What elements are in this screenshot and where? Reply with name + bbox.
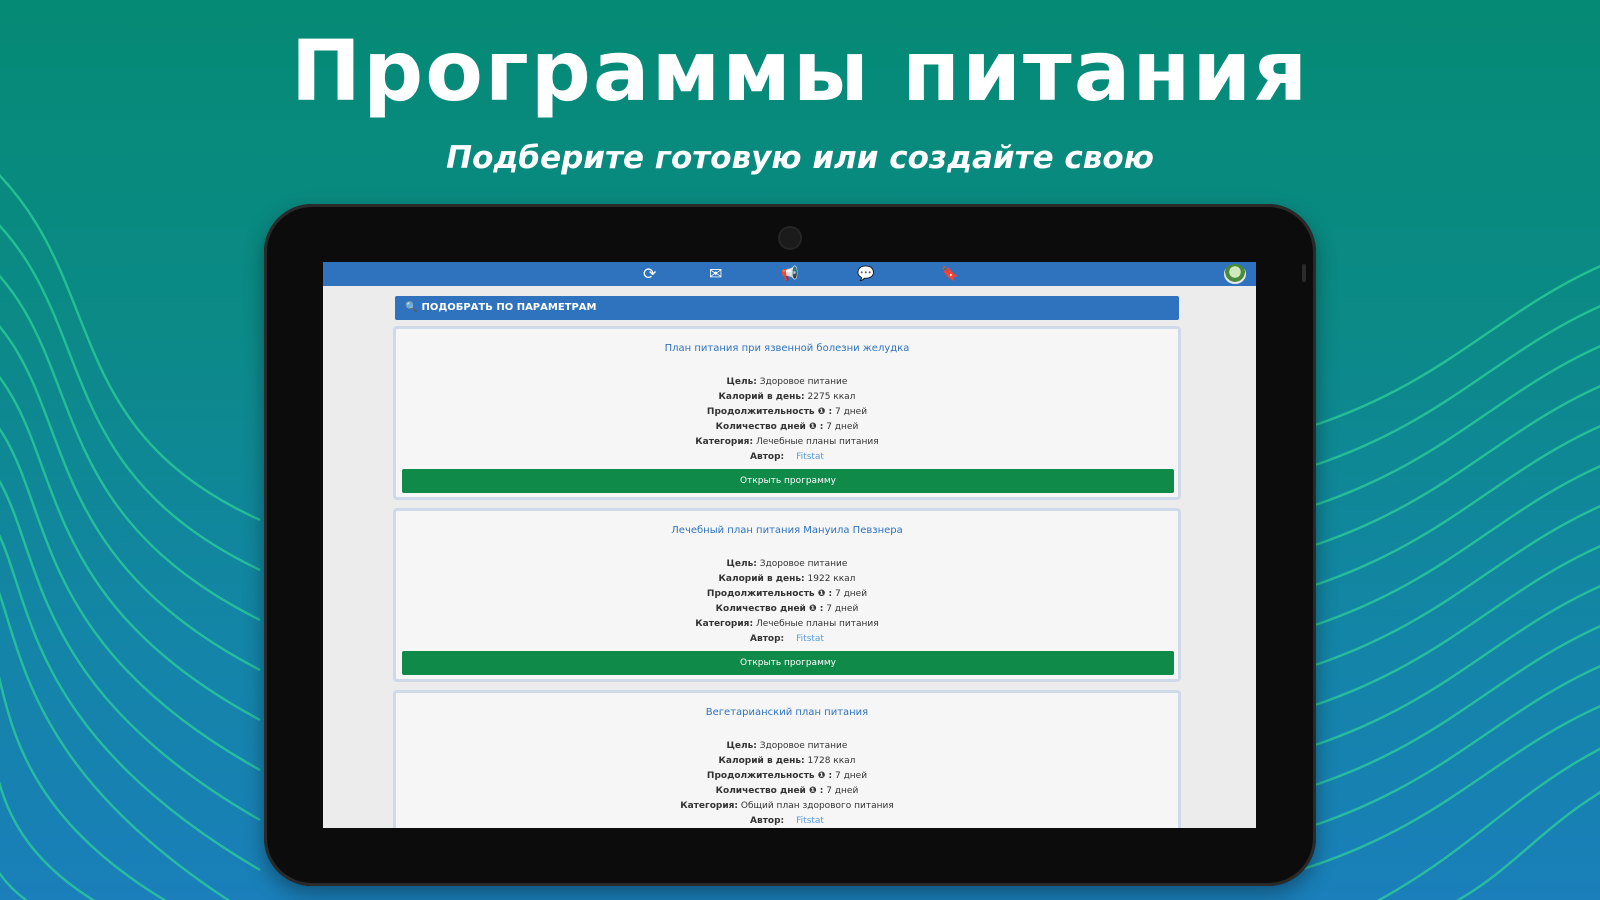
plan-calories: Калорий в день: 1728 ккал — [718, 756, 856, 766]
avatar[interactable] — [1224, 264, 1246, 284]
author-link[interactable]: Fitstat — [796, 634, 824, 644]
plan-category: Категория: Лечебные планы питания — [695, 437, 879, 447]
plan-days: Количество дней ❶ : 7 дней — [715, 786, 859, 796]
app-screen: ⟳ ✉ 📢 💬 🔖 🔍 ПОДОБРАТЬ ПО ПАРАМЕТРАМ План … — [323, 262, 1256, 828]
camera-icon — [778, 226, 802, 250]
mail-icon[interactable]: ✉ — [709, 264, 722, 284]
app-top-bar: ⟳ ✉ 📢 💬 🔖 — [323, 262, 1256, 286]
plan-days: Количество дней ❶ : 7 дней — [715, 422, 859, 432]
promo-title: Программы питания — [290, 22, 1310, 120]
plan-duration: Продолжительность ❶ : 7 дней — [706, 589, 868, 599]
promo-subtitle: Подберите готовую или создайте свою — [446, 140, 1154, 176]
plan-calories: Калорий в день: 1922 ккал — [718, 574, 856, 584]
open-program-button[interactable]: Открыть программу — [402, 651, 1174, 675]
plan-duration: Продолжительность ❶ : 7 дней — [706, 771, 868, 781]
plan-card: Вегетарианский план питания Цель: Здоров… — [393, 690, 1181, 828]
tablet-side-button — [1302, 264, 1306, 282]
plan-duration: Продолжительность ❶ : 7 дней — [706, 407, 868, 417]
plan-title-link[interactable]: Лечебный план питания Мануила Певзнера — [396, 525, 1178, 536]
plan-author: Автор: Fitstat — [750, 634, 824, 644]
tablet-device-frame: ⟳ ✉ 📢 💬 🔖 🔍 ПОДОБРАТЬ ПО ПАРАМЕТРАМ План … — [264, 204, 1316, 886]
chat-icon[interactable]: 💬 — [857, 264, 874, 284]
plan-author: Автор: Fitstat — [750, 452, 824, 462]
plan-goal: Цель: Здоровое питание — [726, 559, 848, 569]
plan-card: План питания при язвенной болезни желудк… — [393, 326, 1181, 500]
plan-category: Категория: Лечебные планы питания — [695, 619, 879, 629]
plan-title-link[interactable]: Вегетарианский план питания — [396, 707, 1178, 718]
open-program-button[interactable]: Открыть программу — [402, 469, 1174, 493]
plan-card: Лечебный план питания Мануила Певзнера Ц… — [393, 508, 1181, 682]
search-icon: 🔍 — [405, 302, 418, 313]
plan-category: Категория: Общий план здорового питания — [680, 801, 894, 811]
plan-author: Автор: Fitstat — [750, 816, 824, 826]
filter-by-parameters-button[interactable]: 🔍 ПОДОБРАТЬ ПО ПАРАМЕТРАМ — [395, 296, 1179, 320]
plan-goal: Цель: Здоровое питание — [726, 377, 848, 387]
bookmark-icon[interactable]: 🔖 — [941, 264, 958, 284]
refresh-icon[interactable]: ⟳ — [643, 264, 656, 284]
filter-label: ПОДОБРАТЬ ПО ПАРАМЕТРАМ — [421, 302, 597, 313]
author-link[interactable]: Fitstat — [796, 816, 824, 826]
plan-goal: Цель: Здоровое питание — [726, 741, 848, 751]
author-link[interactable]: Fitstat — [796, 452, 824, 462]
megaphone-icon[interactable]: 📢 — [781, 264, 798, 284]
plan-title-link[interactable]: План питания при язвенной болезни желудк… — [396, 343, 1178, 354]
plan-calories: Калорий в день: 2275 ккал — [718, 392, 856, 402]
plan-days: Количество дней ❶ : 7 дней — [715, 604, 859, 614]
